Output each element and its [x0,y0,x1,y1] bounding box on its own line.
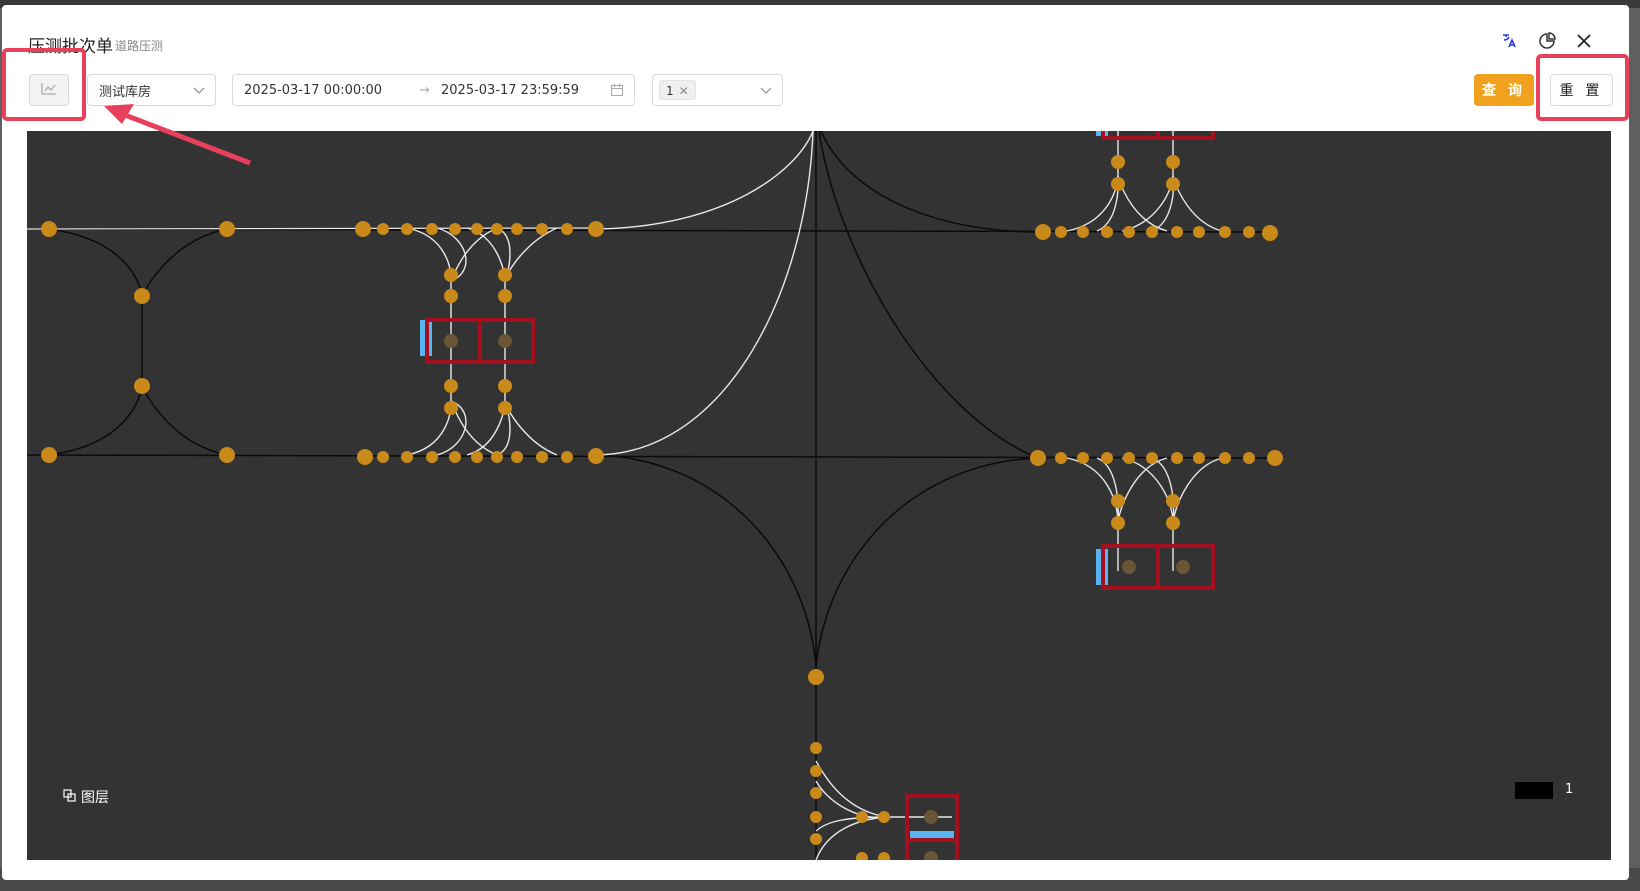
warehouse-select[interactable]: 测试库房 [87,74,216,106]
road-lines-dark [27,131,1278,860]
modal-subtitle: 道路压测 [115,39,164,53]
multi-select[interactable]: 1 ✕ [652,74,783,106]
chevron-down-icon [193,84,205,100]
layer-toggle-button[interactable]: 图层 [63,787,109,807]
modal-title: 压测批次单 [28,37,113,57]
chart-toggle-icon [40,81,58,100]
warehouse-value: 测试库房 [99,84,152,100]
layers-icon [63,788,76,806]
road-lines-light [27,131,1223,860]
chart-toggle-button[interactable] [29,74,69,106]
pie-chart-icon[interactable] [1536,30,1558,52]
calendar-icon [610,83,624,101]
legend-swatch [1515,782,1553,799]
tag-remove-icon[interactable]: ✕ [679,81,689,99]
date-start-input[interactable]: 2025-03-17 00:00:00 [244,83,382,98]
date-range-picker[interactable]: 2025-03-17 00:00:00 → 2025-03-17 23:59:5… [232,74,635,106]
close-icon[interactable] [1573,30,1595,52]
road-nodes [41,155,1283,860]
selected-tag: 1 ✕ [659,80,696,100]
road-network-svg [27,131,1283,860]
date-end-input[interactable]: 2025-03-17 23:59:59 [441,83,579,98]
range-separator: → [419,83,430,98]
road-map-canvas[interactable]: 图层 1 [27,131,1611,860]
translate-icon[interactable] [1498,30,1520,52]
reset-button[interactable]: 重 置 [1550,74,1613,106]
query-button[interactable]: 查 询 [1474,74,1534,106]
tag-label: 1 [666,84,674,98]
layer-label: 图层 [81,790,109,806]
legend-label: 1 [1565,782,1574,797]
chevron-down-icon [760,84,772,100]
